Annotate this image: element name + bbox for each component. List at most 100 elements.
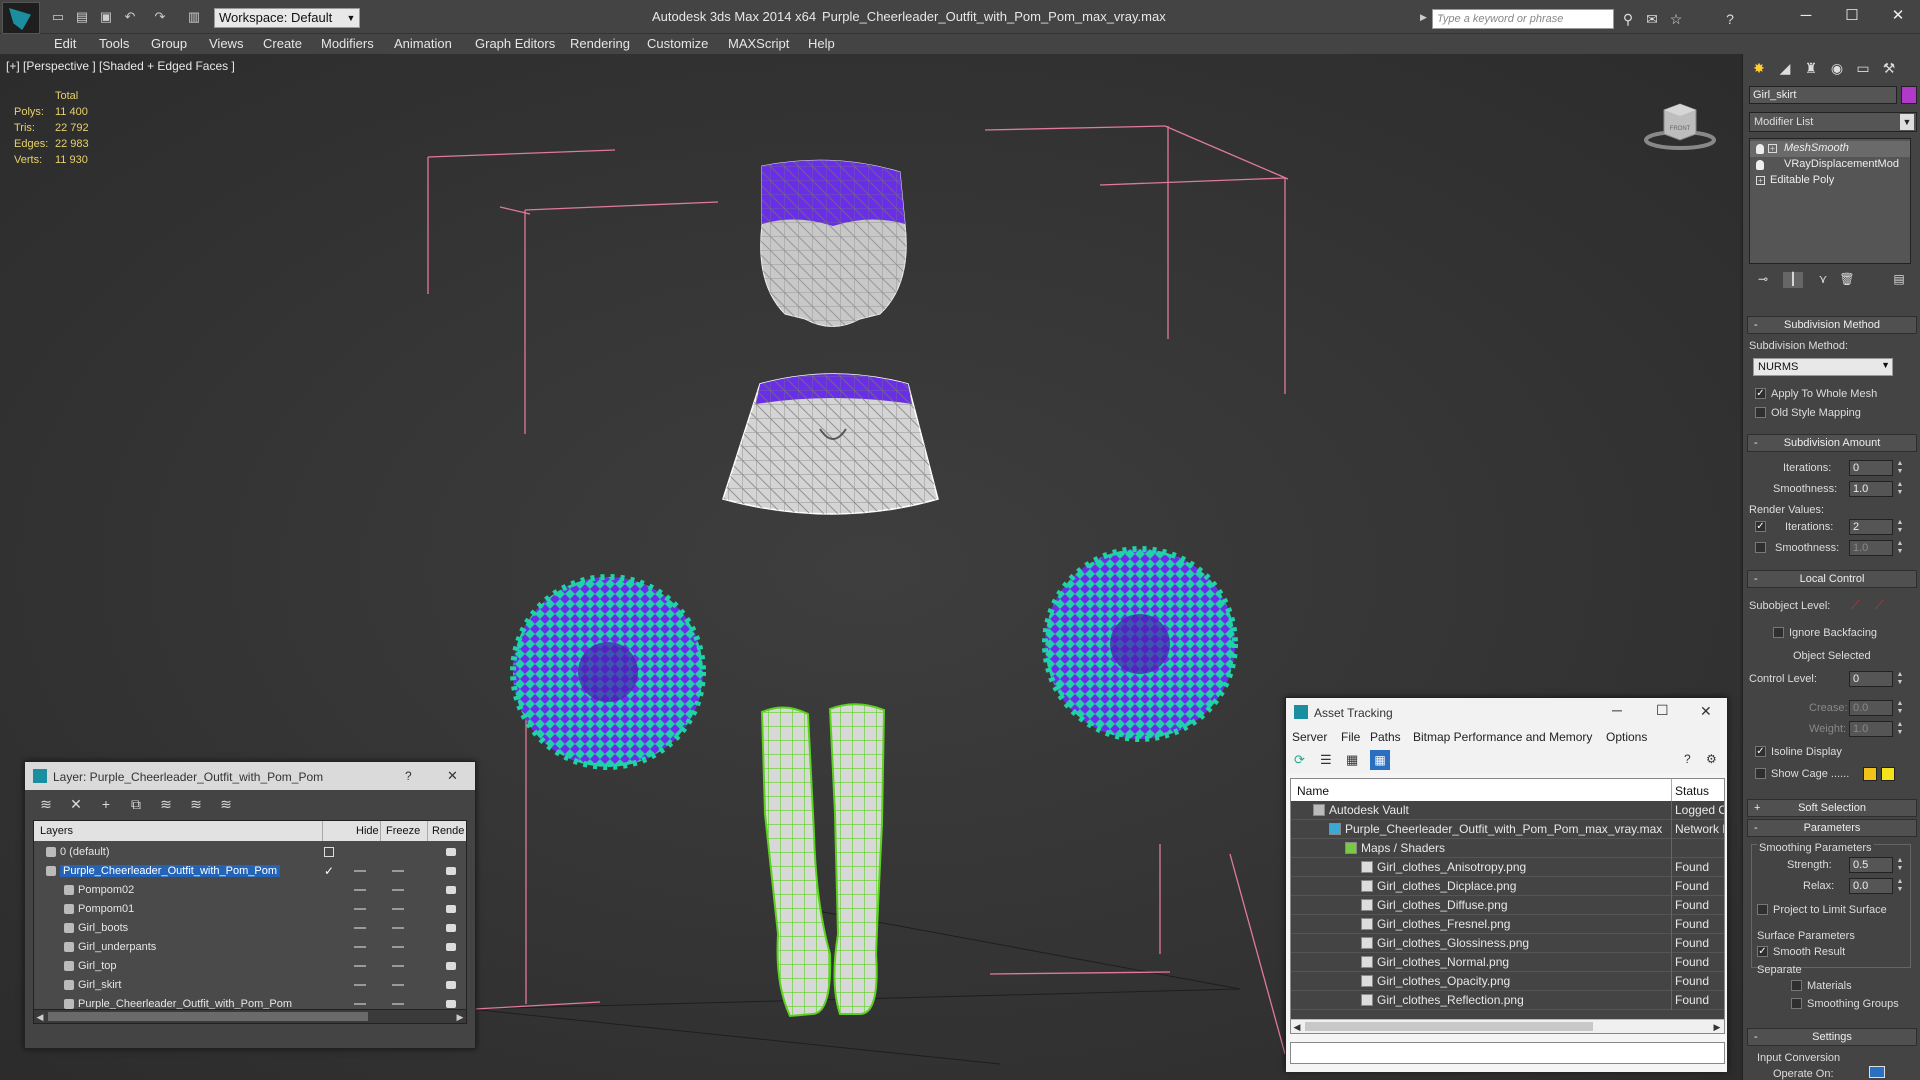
column-layers[interactable]: Layers <box>40 825 73 837</box>
render-teapot-icon[interactable] <box>446 905 456 913</box>
render-smoothness-spinner[interactable]: 1.0 <box>1849 540 1893 556</box>
display-tab-icon[interactable]: ▭ <box>1851 58 1875 78</box>
weight-spinner[interactable]: 1.0 <box>1849 721 1893 737</box>
menu-animation[interactable]: Animation <box>394 36 452 51</box>
isoline-display-checkbox[interactable]: ✓ <box>1755 746 1766 757</box>
menu-help[interactable]: Help <box>808 36 835 51</box>
render-teapot-icon[interactable] <box>446 962 456 970</box>
communication-center-icon[interactable]: ✉ <box>1642 10 1662 28</box>
asset-row[interactable]: Girl_clothes_Normal.png Found <box>1291 953 1724 972</box>
menu-server[interactable]: Server <box>1292 730 1327 744</box>
hide-toggle[interactable] <box>354 946 366 948</box>
render-teapot-icon[interactable] <box>446 848 456 856</box>
lightbulb-icon[interactable] <box>1756 144 1764 154</box>
save-icon[interactable]: ▣ <box>96 8 116 26</box>
stack-item-editable-poly[interactable]: + Editable Poly <box>1750 173 1910 189</box>
spinner-arrows-icon[interactable]: ▲ ▼ <box>1895 721 1905 737</box>
asset-row[interactable]: Girl_clothes_Opacity.png Found <box>1291 972 1724 991</box>
viewport-label[interactable]: [+] [Perspective ] [Shaded + Edged Faces… <box>6 59 235 73</box>
open-file-icon[interactable]: ▤ <box>72 8 92 26</box>
menu-options[interactable]: Options <box>1606 730 1647 744</box>
hide-toggle[interactable] <box>354 889 366 891</box>
refresh-icon[interactable]: ⟳ <box>1294 752 1305 768</box>
make-unique-icon[interactable]: ⋎ <box>1813 272 1833 288</box>
asset-row[interactable]: Girl_clothes_Anisotropy.png Found <box>1291 858 1724 877</box>
hierarchy-tab-icon[interactable]: ♜ <box>1799 58 1823 78</box>
materials-checkbox[interactable] <box>1791 980 1802 991</box>
layer-row[interactable]: Girl_boots <box>34 919 466 938</box>
menu-group[interactable]: Group <box>151 36 187 51</box>
layer-row[interactable]: Pompom01 <box>34 900 466 919</box>
menu-customize[interactable]: Customize <box>647 36 708 51</box>
layer-row[interactable]: Girl_top <box>34 957 466 976</box>
spinner-arrows-icon[interactable]: ▲ ▼ <box>1895 519 1905 535</box>
rollout-settings[interactable]: - Settings <box>1747 1028 1917 1046</box>
object-color-swatch[interactable] <box>1901 86 1917 104</box>
hide-toggle[interactable] <box>354 908 366 910</box>
spinner-arrows-icon[interactable]: ▲ ▼ <box>1895 540 1905 556</box>
rollout-subdivision-amount[interactable]: - Subdivision Amount <box>1747 434 1917 452</box>
create-tab-icon[interactable]: ✸ <box>1747 58 1771 78</box>
spinner-arrows-icon[interactable]: ▲ ▼ <box>1895 481 1905 497</box>
close-panel-button[interactable]: ✕ <box>447 768 458 784</box>
asset-row[interactable]: Girl_clothes_Dicplace.png Found <box>1291 877 1724 896</box>
relax-spinner[interactable]: 0.0 <box>1849 878 1893 894</box>
object-name-field[interactable]: Girl_skirt <box>1749 86 1897 104</box>
render-teapot-icon[interactable] <box>446 943 456 951</box>
column-status[interactable]: Status <box>1675 784 1709 798</box>
menu-edit[interactable]: Edit <box>54 36 76 51</box>
menu-graph-editors[interactable]: Graph Editors <box>475 36 555 51</box>
maximize-button[interactable]: ☐ <box>1832 4 1872 28</box>
scroll-left-icon[interactable]: ◀ <box>1291 1020 1303 1033</box>
rollout-subdivision-method[interactable]: - Subdivision Method <box>1747 316 1917 334</box>
asset-row[interactable]: Autodesk Vault Logged O <box>1291 801 1724 820</box>
layer-manager-titlebar[interactable]: Layer: Purple_Cheerleader_Outfit_with_Po… <box>25 762 475 790</box>
spinner-arrows-icon[interactable]: ▲ ▼ <box>1895 878 1905 894</box>
close-panel-button[interactable]: ✕ <box>1700 703 1712 720</box>
spinner-arrows-icon[interactable]: ▲ ▼ <box>1895 857 1905 873</box>
layer-row[interactable]: Girl_underpants <box>34 938 466 957</box>
menu-maxscript[interactable]: MAXScript <box>728 36 789 51</box>
rollout-local-control[interactable]: - Local Control <box>1747 570 1917 588</box>
render-teapot-icon[interactable] <box>446 981 456 989</box>
spinner-arrows-icon[interactable]: ▲ ▼ <box>1895 460 1905 476</box>
render-teapot-icon[interactable] <box>446 867 456 875</box>
workspace-dropdown[interactable]: Workspace: Default <box>214 8 360 28</box>
ignore-backfacing-checkbox[interactable] <box>1773 627 1784 638</box>
modifier-list-dropdown[interactable]: Modifier List ▼ <box>1749 112 1917 132</box>
scroll-right-icon[interactable]: ▶ <box>1711 1020 1723 1033</box>
freeze-toggle[interactable] <box>392 927 404 929</box>
layer-row[interactable]: Pompom02 <box>34 881 466 900</box>
help-icon[interactable]: ? <box>1720 10 1740 28</box>
add-selected-icon[interactable]: + <box>97 796 115 812</box>
minimize-button[interactable]: ─ <box>1612 702 1622 718</box>
new-file-icon[interactable]: ▭ <box>48 8 68 26</box>
chevron-down-icon[interactable]: ▼ <box>1881 360 1890 370</box>
smoothness-spinner[interactable]: 1.0 <box>1849 481 1893 497</box>
spinner-arrows-icon[interactable]: ▲ ▼ <box>1895 700 1905 716</box>
viewcube-face-label[interactable]: FRONT <box>1670 126 1691 132</box>
binoculars-icon[interactable]: ⚲ <box>1618 10 1638 28</box>
scroll-right-icon[interactable]: ▶ <box>454 1010 466 1024</box>
scroll-thumb[interactable] <box>1305 1022 1593 1031</box>
remove-modifier-icon[interactable]: 🗑 <box>1837 272 1857 288</box>
stack-item-meshsmooth[interactable]: + MeshSmooth <box>1750 141 1910 157</box>
asset-row[interactable]: Girl_clothes_Glossiness.png Found <box>1291 934 1724 953</box>
layer-row[interactable]: Girl_skirt <box>34 976 466 995</box>
freeze-all-icon[interactable]: ≋ <box>217 796 235 812</box>
motion-tab-icon[interactable]: ◉ <box>1825 58 1849 78</box>
cage-color-swatch[interactable] <box>1863 767 1877 781</box>
table-view-icon[interactable]: ▦ <box>1346 752 1358 768</box>
smooth-result-checkbox[interactable]: ✓ <box>1757 946 1768 957</box>
lightbulb-icon[interactable] <box>1756 160 1764 170</box>
settings-icon[interactable]: ⚙ <box>1706 752 1717 766</box>
asset-row[interactable]: Girl_clothes_Reflection.png Found <box>1291 991 1724 1010</box>
rollout-soft-selection[interactable]: + Soft Selection <box>1747 799 1917 817</box>
stack-item-vraydisplacement[interactable]: VRayDisplacementMod <box>1750 157 1910 173</box>
hide-toggle[interactable] <box>354 965 366 967</box>
app-logo-button[interactable] <box>2 2 40 34</box>
render-teapot-icon[interactable] <box>446 1000 456 1008</box>
close-window-button[interactable]: ✕ <box>1878 4 1918 28</box>
configure-sets-icon[interactable]: ▤ <box>1889 272 1909 288</box>
asset-row[interactable]: Purple_Cheerleader_Outfit_with_Pom_Pom_m… <box>1291 820 1724 839</box>
